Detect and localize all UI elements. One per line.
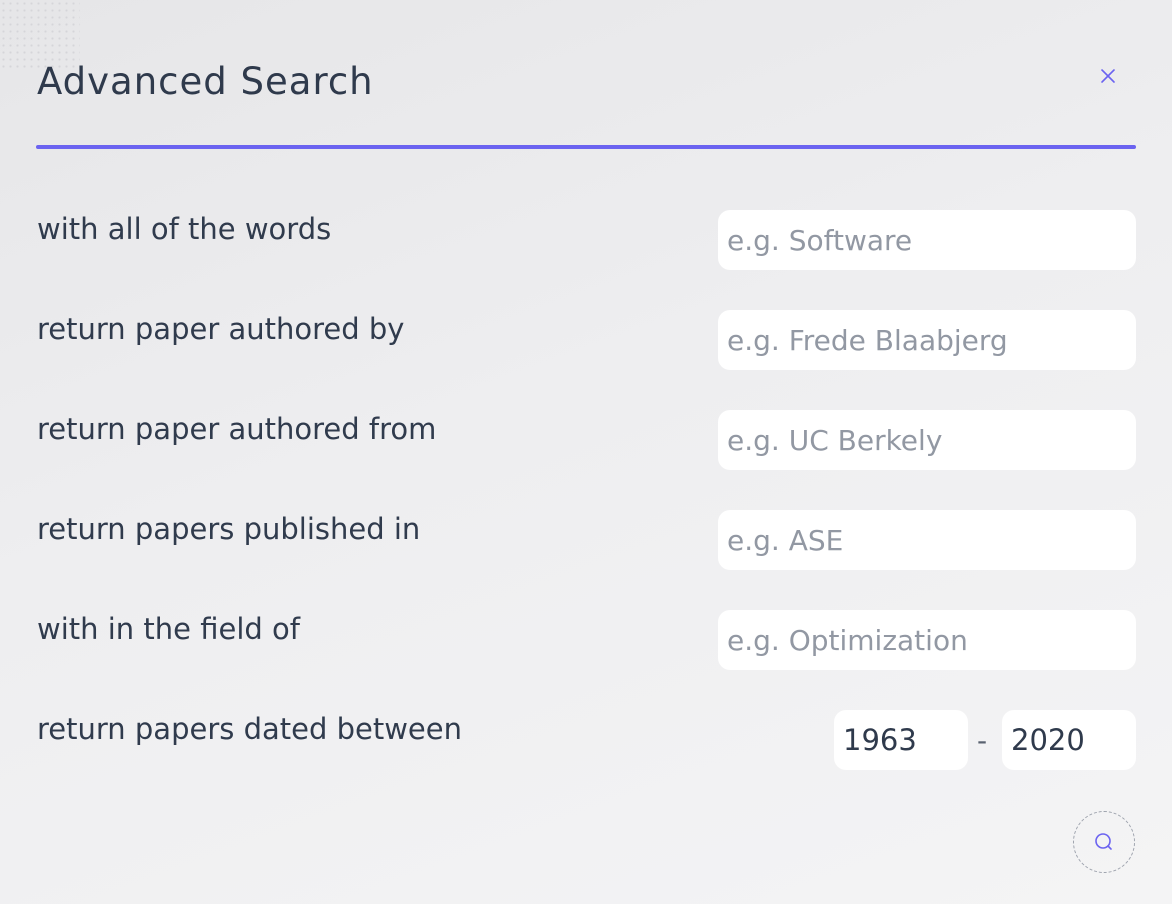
all-words-label: with all of the words bbox=[37, 212, 332, 246]
advanced-search-dialog: Advanced Search with all of the words re… bbox=[0, 0, 1172, 904]
venue-label: return papers published in bbox=[37, 512, 421, 546]
search-button[interactable] bbox=[1073, 811, 1135, 873]
field-of-study-label: with in the field of bbox=[37, 612, 300, 646]
title-divider bbox=[36, 145, 1136, 149]
affiliation-label: return paper authored from bbox=[37, 412, 437, 446]
date-range-separator: - bbox=[977, 724, 988, 757]
all-words-input[interactable] bbox=[718, 210, 1136, 270]
end-year-input[interactable] bbox=[1002, 710, 1136, 770]
search-icon bbox=[1095, 833, 1112, 850]
author-input[interactable] bbox=[718, 310, 1136, 370]
date-range-label: return papers dated between bbox=[37, 712, 462, 746]
dialog-title: Advanced Search bbox=[37, 60, 374, 103]
close-icon bbox=[1101, 69, 1115, 83]
venue-input[interactable] bbox=[718, 510, 1136, 570]
close-button[interactable] bbox=[1094, 62, 1122, 90]
author-label: return paper authored by bbox=[37, 312, 405, 346]
field-of-study-input[interactable] bbox=[718, 610, 1136, 670]
affiliation-input[interactable] bbox=[718, 410, 1136, 470]
start-year-input[interactable] bbox=[834, 710, 968, 770]
